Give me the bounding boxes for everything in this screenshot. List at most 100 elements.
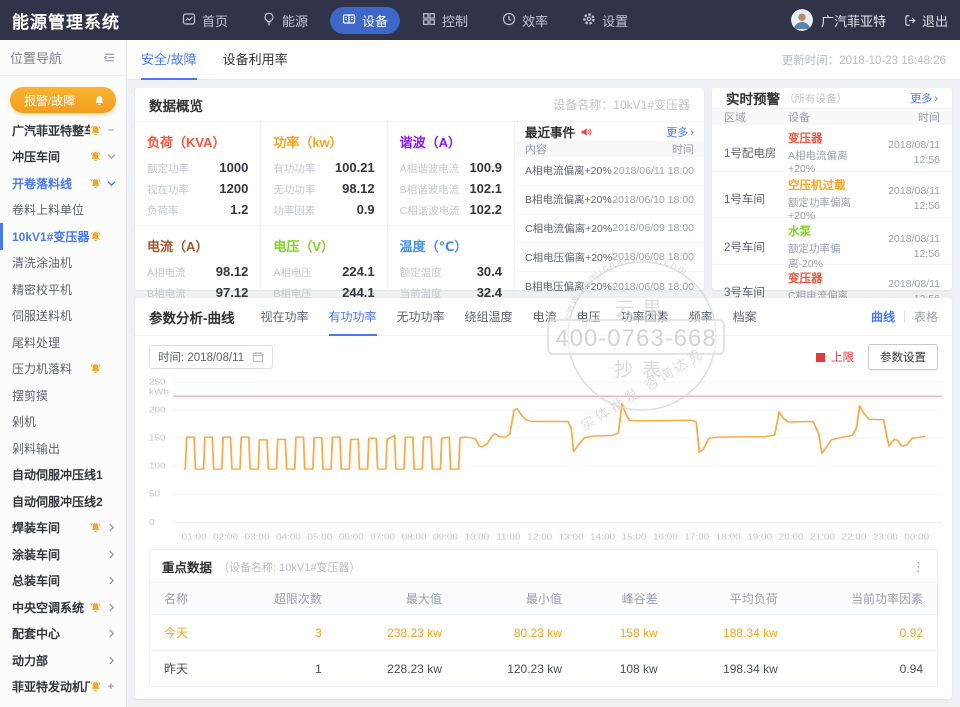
nav-item-settings[interactable]: 设置 <box>570 7 640 34</box>
table-row[interactable]: 昨天1228.23 kw120.23 kw108 kw198.34 kw0.94 <box>150 651 937 687</box>
row-value: 0.92 <box>792 615 937 651</box>
sidebar-item[interactable]: 剁料输出 <box>0 435 126 462</box>
warning-row[interactable]: 1号配电房变压器A相电流偏离+20%2018/08/1112:56 <box>712 125 952 172</box>
warning-row[interactable]: 1号车间空压机过载额定功率偏离+20%2018/08/1112:56 <box>712 172 952 219</box>
tab-safety-fault[interactable]: 安全/故障 <box>141 40 197 80</box>
sidebar-item[interactable]: 摆剪摸 <box>0 382 126 409</box>
warnings-more-link[interactable]: 更多› <box>910 90 938 106</box>
alarm-fault-button[interactable]: 报警/故障 <box>10 87 116 113</box>
warning-desc: A相电流偏离+20% <box>788 148 868 175</box>
warning-row[interactable]: 2号车间水泵额定功率偏离-20%2018/08/1112:56 <box>712 218 952 265</box>
nav-item-device[interactable]: 设备 <box>330 7 400 34</box>
tab-device-utilization[interactable]: 设备利用率 <box>223 40 288 80</box>
sidebar-item[interactable]: 菲亚特发动机厂+ <box>0 674 126 701</box>
more-options-icon[interactable]: ⋮ <box>912 559 925 575</box>
sidebar-item[interactable]: 10kV1#变压器 <box>0 223 126 250</box>
sidebar-item[interactable]: 中央空调系统 <box>0 594 126 621</box>
svg-text:100: 100 <box>149 462 166 471</box>
date-picker[interactable]: 时间: 2018/08/11 <box>149 345 273 369</box>
event-row[interactable]: C相电流偏离+20%2018/06/09 18:00 <box>515 215 704 244</box>
metric-value: 102.1 <box>469 179 502 198</box>
param-tab-5[interactable]: 电压 <box>577 298 601 336</box>
expander-minus-icon[interactable]: – <box>103 124 119 136</box>
param-tab-3[interactable]: 绕组温度 <box>465 298 513 336</box>
sidebar-item[interactable]: 卷料上料单位 <box>0 197 126 224</box>
row-value: 158 kw <box>576 615 672 651</box>
expander-down-icon[interactable] <box>103 152 119 161</box>
collapse-menu-icon[interactable] <box>103 51 116 64</box>
alarm-bell-icon <box>90 602 101 613</box>
events-more-link[interactable]: 更多› <box>666 124 694 140</box>
param-tab-0[interactable]: 视在功率 <box>261 298 309 336</box>
metric-card: 功率（kw）有功功率100.21无功功率98.12功率因素0.9 <box>261 122 387 226</box>
param-tab-2[interactable]: 无功功率 <box>397 298 445 336</box>
sidebar-item[interactable]: 总装车间 <box>0 568 126 595</box>
sidebar-item[interactable]: 焊装车间 <box>0 515 126 542</box>
sidebar-item[interactable]: 开卷落料线 <box>0 170 126 197</box>
sidebar-item[interactable]: 尾料处理 <box>0 329 126 356</box>
warning-device: 变压器 <box>788 130 868 146</box>
sidebar-title: 位置导航 <box>10 48 62 67</box>
logout-button[interactable]: 退出 <box>904 11 948 30</box>
user-name: 广汽菲亚特 <box>821 11 886 30</box>
param-tab-7[interactable]: 频率 <box>689 298 713 336</box>
sidebar-item[interactable]: 自动伺服冲压线1# <box>0 462 126 489</box>
view-curve-option[interactable]: 曲线 <box>871 308 895 325</box>
sidebar-item[interactable]: 动力部 <box>0 647 126 674</box>
sidebar-item-label: 中央空调系统 <box>12 599 90 616</box>
expander-right-icon[interactable] <box>103 576 119 585</box>
svg-text:19:00: 19:00 <box>747 532 772 541</box>
svg-text:14:00: 14:00 <box>590 532 615 541</box>
sidebar-item[interactable]: 配套中心 <box>0 621 126 648</box>
view-table-option[interactable]: 表格 <box>914 308 938 325</box>
expander-right-icon[interactable] <box>103 656 119 665</box>
metric-label: 负荷率 <box>147 202 179 221</box>
param-tab-6[interactable]: 功率因素 <box>621 298 669 336</box>
alarm-bell-icon <box>90 681 101 692</box>
expander-plus-icon[interactable]: + <box>103 681 119 693</box>
alarm-bell-icon <box>90 151 101 162</box>
sidebar-item[interactable]: 精密校平机 <box>0 276 126 303</box>
nav-item-control[interactable]: 控制 <box>410 7 480 34</box>
metric-value: 30.4 <box>477 262 502 281</box>
row-name: 今天 <box>150 615 226 651</box>
sidebar-item[interactable]: 零件部中心仓库+ <box>0 700 126 707</box>
param-tab-1[interactable]: 有功功率 <box>329 298 377 336</box>
overview-title: 数据概览 <box>149 95 203 115</box>
nav-item-label: 能源 <box>282 11 308 30</box>
column-header: 平均负荷 <box>672 583 792 615</box>
chart-icon <box>182 12 196 29</box>
expander-right-icon[interactable] <box>103 603 119 612</box>
sidebar-item-label: 自动伺服冲压线1# <box>12 466 103 483</box>
nav-item-home[interactable]: 首页 <box>170 7 240 34</box>
sidebar-item-label: 总装车间 <box>12 572 103 589</box>
power-curve-chart[interactable]: 050100150200250kWh01:0002:0003:0004:0005… <box>135 372 952 547</box>
sidebar-item[interactable]: 涂装车间 <box>0 541 126 568</box>
expander-right-icon[interactable] <box>103 629 119 638</box>
sidebar-item[interactable]: 冲压车间 <box>0 144 126 171</box>
event-row[interactable]: B相电流偏离+20%2018/06/10 18:00 <box>515 186 704 215</box>
user-avatar[interactable] <box>791 9 813 31</box>
expander-down-icon[interactable] <box>103 179 119 188</box>
metric-label: 视在功率 <box>147 181 189 200</box>
sidebar-item[interactable]: 压力机落料 <box>0 356 126 383</box>
table-row[interactable]: 今天3238.23 kw80.23 kw158 kw188.34 kw0.92 <box>150 615 937 651</box>
nav-item-energy[interactable]: 能源 <box>250 7 320 34</box>
param-tab-8[interactable]: 档案 <box>733 298 757 336</box>
expander-right-icon[interactable] <box>103 523 119 532</box>
sidebar-item[interactable]: 剁机 <box>0 409 126 436</box>
event-row[interactable]: A相电流偏离+20%2018/06/11 18:00 <box>515 157 704 186</box>
nav-item-efficiency[interactable]: 效率 <box>490 7 560 34</box>
parameter-settings-button[interactable]: 参数设置 <box>868 344 938 370</box>
sidebar-item[interactable]: 清洗涂油机 <box>0 250 126 277</box>
sidebar-item[interactable]: 自动伺服冲压线2# <box>0 488 126 515</box>
svg-text:21:00: 21:00 <box>810 532 835 541</box>
event-row[interactable]: C相电压偏离+20%2018/06/08 18:00 <box>515 243 704 272</box>
alarm-bell-icon <box>90 178 101 189</box>
expander-right-icon[interactable] <box>103 550 119 559</box>
sidebar-item[interactable]: 伺服送料机 <box>0 303 126 330</box>
sidebar-item[interactable]: 广汽菲亚特整车厂– <box>0 117 126 144</box>
metric-label: 功率因素 <box>273 202 315 221</box>
sidebar-item-label: 10kV1#变压器 <box>12 228 90 245</box>
param-tab-4[interactable]: 电流 <box>533 298 557 336</box>
